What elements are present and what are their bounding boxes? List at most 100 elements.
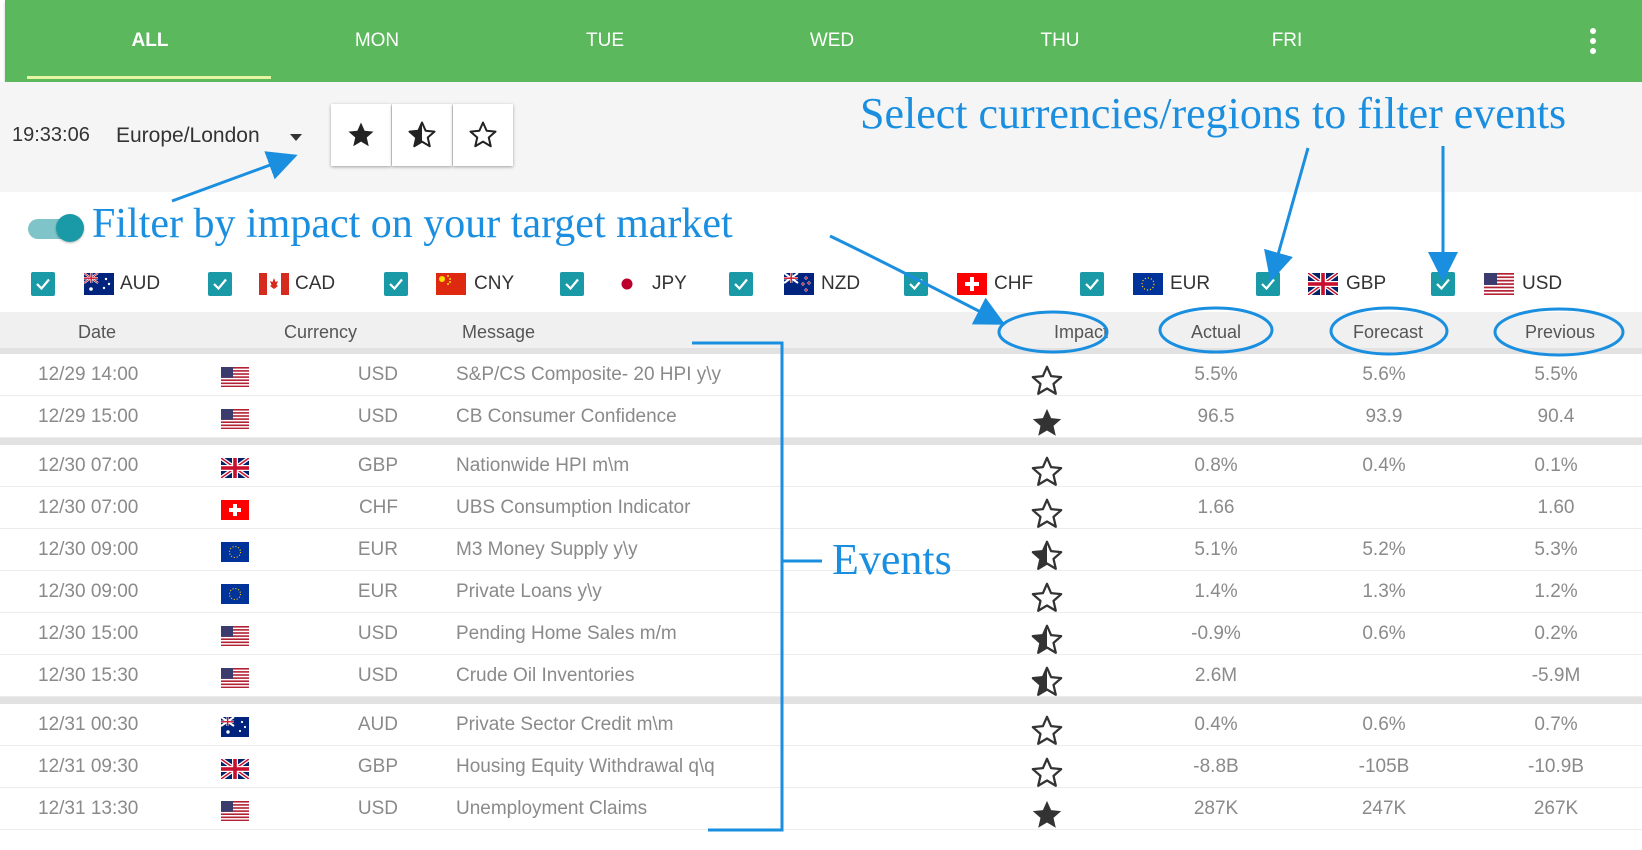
medium-impact-star-icon: [408, 121, 436, 148]
event-actual: 1.4%: [1194, 581, 1238, 602]
low-impact-star-icon: [1031, 365, 1063, 395]
chevron-down-icon[interactable]: [290, 134, 302, 141]
usd-flag-icon: [221, 626, 249, 646]
table-row[interactable]: 12/29 15:00 USD CB Consumer Confidence 96.5…: [0, 396, 1642, 438]
table-row[interactable]: 12/30 09:00 EUR M3 Money Supply y\y 5.1% 5.2…: [0, 529, 1642, 571]
column-header-actual[interactable]: Actual: [1191, 322, 1241, 343]
medium-impact-filter-button[interactable]: [392, 104, 452, 166]
event-previous: 0.7%: [1534, 714, 1578, 735]
china-flag-icon: [436, 273, 466, 295]
usd-flag-icon: [221, 801, 249, 821]
table-row[interactable]: 12/31 09:30 GBP Housing Equity Withdrawal …: [0, 746, 1642, 788]
table-row[interactable]: 12/29 14:00 USD S&P/CS Composite- 20 HPI y…: [0, 354, 1642, 396]
low-impact-filter-button[interactable]: [453, 104, 513, 166]
annotation-events: Events: [832, 535, 952, 584]
table-row[interactable]: 12/30 15:30 USD Crude Oil Inventories 2.6M -…: [0, 655, 1642, 697]
checkbox-cad[interactable]: [208, 272, 232, 296]
event-actual: 2.6M: [1194, 665, 1238, 686]
timezone-select[interactable]: Europe/London: [116, 124, 260, 148]
event-actual: 287K: [1193, 798, 1239, 819]
high-impact-star-icon: [1032, 800, 1062, 828]
event-message: Nationwide HPI m\m: [456, 455, 630, 476]
checkbox-eur[interactable]: [1080, 272, 1104, 296]
current-time: 19:33:06: [12, 124, 90, 146]
aud-flag-icon: [221, 717, 249, 737]
table-row[interactable]: 12/31 13:30 USD Unemployment Claims 287K 247…: [0, 788, 1642, 830]
event-message: CB Consumer Confidence: [456, 406, 677, 427]
checkbox-jpy[interactable]: [560, 272, 584, 296]
event-date: 12/31 13:30: [38, 798, 139, 819]
table-row[interactable]: 12/30 09:00 EUR Private Loans y\y 1.4% 1.3% 1…: [0, 571, 1642, 613]
event-currency: USD: [357, 623, 398, 644]
chf-flag-icon: [221, 500, 249, 520]
event-currency: USD: [357, 798, 398, 819]
event-currency: AUD: [357, 714, 398, 735]
currency-label-aud: AUD: [120, 273, 161, 294]
table-row[interactable]: 12/31 00:30 AUD Private Sector Credit m\m 0…: [0, 697, 1642, 746]
low-impact-star-icon: [1031, 498, 1063, 528]
checkbox-cny[interactable]: [384, 272, 408, 296]
usa-flag-icon: [1484, 273, 1514, 295]
column-header-message[interactable]: Message: [462, 322, 535, 343]
usd-flag-icon: [221, 668, 249, 688]
checkbox-nzd[interactable]: [729, 272, 753, 296]
impact-filter-toggle-knob[interactable]: [56, 214, 84, 242]
tab-mon[interactable]: MON: [257, 0, 497, 82]
event-previous: 267K: [1533, 798, 1579, 819]
high-impact-star-icon: [1032, 408, 1062, 436]
table-row[interactable]: 12/30 07:00 CHF UBS Consumption Indicator 1…: [0, 487, 1642, 529]
check-icon: [389, 278, 403, 291]
column-header-impact[interactable]: Impact: [1054, 322, 1108, 343]
japan-flag-icon: [612, 273, 642, 295]
usd-flag-icon: [221, 367, 249, 387]
column-header-previous[interactable]: Previous: [1525, 322, 1595, 343]
low-impact-star-icon: [1031, 456, 1063, 486]
event-forecast: 247K: [1361, 798, 1407, 819]
event-previous: 5.3%: [1534, 539, 1578, 560]
high-impact-filter-button[interactable]: [331, 104, 391, 166]
checkbox-usd[interactable]: [1431, 272, 1455, 296]
column-header-forecast[interactable]: Forecast: [1353, 322, 1423, 343]
gbp-flag-icon: [221, 759, 249, 779]
event-message: Private Sector Credit m\m: [456, 714, 674, 735]
new-zealand-flag-icon: [784, 273, 814, 295]
checkbox-aud[interactable]: [31, 272, 55, 296]
event-currency: EUR: [357, 581, 398, 602]
event-message: Housing Equity Withdrawal q\q: [456, 756, 715, 777]
table-row[interactable]: 12/30 15:00 USD Pending Home Sales m/m -0.9…: [0, 613, 1642, 655]
check-icon: [565, 278, 579, 291]
more-vert-icon[interactable]: [1583, 24, 1603, 58]
low-impact-star-icon: [1031, 582, 1063, 612]
checkbox-chf[interactable]: [904, 272, 928, 296]
table-row[interactable]: 12/30 07:00 GBP Nationwide HPI m\m 0.8% 0.4%…: [0, 438, 1642, 487]
check-icon: [1436, 278, 1450, 291]
event-date: 12/30 07:00: [38, 497, 139, 518]
column-header-date[interactable]: Date: [78, 322, 116, 343]
canada-flag-icon: [259, 273, 289, 295]
tab-thu[interactable]: THU: [940, 0, 1180, 82]
event-actual: 5.1%: [1194, 539, 1238, 560]
gbp-flag-icon: [221, 458, 249, 478]
eu-flag-icon: [1133, 273, 1163, 295]
event-actual: 0.8%: [1194, 455, 1238, 476]
event-actual: 0.4%: [1194, 714, 1238, 735]
currency-label-jpy: JPY: [652, 273, 687, 294]
event-actual: 96.5: [1197, 406, 1235, 427]
event-currency: USD: [357, 364, 398, 385]
event-currency: USD: [357, 406, 398, 427]
medium-impact-star-icon: [1031, 666, 1063, 696]
currency-label-cad: CAD: [295, 273, 336, 294]
tab-tue[interactable]: TUE: [485, 0, 725, 82]
tab-fri[interactable]: FRI: [1167, 0, 1407, 82]
high-impact-star-icon: [348, 122, 374, 147]
event-date: 12/29 14:00: [38, 364, 139, 385]
active-tab-indicator: [27, 76, 271, 79]
checkbox-gbp[interactable]: [1256, 272, 1280, 296]
tab-all[interactable]: ALL: [30, 0, 270, 82]
column-header-currency[interactable]: Currency: [284, 322, 357, 343]
event-date: 12/30 07:00: [38, 455, 139, 476]
eur-flag-icon: [221, 542, 249, 562]
tab-wed[interactable]: WED: [712, 0, 952, 82]
australia-flag-icon: [84, 273, 114, 295]
event-message: Crude Oil Inventories: [456, 665, 635, 686]
